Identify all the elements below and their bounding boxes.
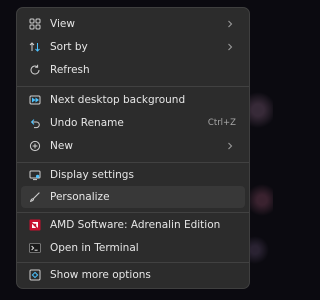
chevron-right-icon — [228, 142, 233, 150]
menu-item-sort-by[interactable]: Sort by — [21, 36, 245, 58]
menu-separator — [17, 262, 249, 263]
menu-item-next-desktop-background[interactable]: Next desktop background — [21, 89, 245, 111]
menu-item-label: Open in Terminal — [50, 242, 139, 254]
menu-item-display-settings[interactable]: Display settings — [21, 164, 245, 186]
menu-item-new[interactable]: New — [21, 135, 245, 157]
menu-item-label: Display settings — [50, 169, 134, 181]
display-icon — [29, 169, 41, 181]
menu-item-label: New — [50, 140, 73, 152]
menu-item-label: Personalize — [50, 191, 110, 203]
menu-item-label: Sort by — [50, 41, 88, 53]
menu-item-label: Undo Rename — [50, 117, 124, 129]
view-grid-icon — [29, 18, 41, 30]
menu-item-label: Show more options — [50, 269, 151, 281]
menu-item-show-more-options[interactable]: Show more options — [21, 264, 245, 286]
menu-separator — [17, 86, 249, 87]
menu-separator — [17, 162, 249, 163]
menu-item-label: View — [50, 18, 75, 30]
more-options-icon — [29, 269, 41, 281]
menu-separator — [17, 212, 249, 213]
menu-item-label: Next desktop background — [50, 94, 186, 106]
menu-item-view[interactable]: View — [21, 13, 245, 35]
next-background-icon — [29, 94, 41, 106]
desktop-background: View Sort by Refresh Next desktop backgr… — [0, 0, 273, 300]
menu-item-amd-software[interactable]: AMD Software: Adrenalin Edition — [21, 214, 245, 236]
keyboard-shortcut: Ctrl+Z — [207, 118, 236, 128]
undo-icon — [29, 117, 41, 129]
new-icon — [29, 140, 41, 152]
menu-item-label: Refresh — [50, 64, 90, 76]
desktop-context-menu: View Sort by Refresh Next desktop backgr… — [16, 7, 250, 289]
menu-item-personalize[interactable]: Personalize — [21, 186, 245, 208]
menu-item-refresh[interactable]: Refresh — [21, 59, 245, 81]
menu-item-open-in-terminal[interactable]: Open in Terminal — [21, 237, 245, 259]
amd-logo-icon — [29, 219, 41, 231]
refresh-icon — [29, 64, 41, 76]
menu-item-label: AMD Software: Adrenalin Edition — [50, 219, 221, 231]
chevron-right-icon — [228, 20, 233, 28]
personalize-brush-icon — [29, 191, 41, 203]
sort-icon — [29, 41, 41, 53]
chevron-right-icon — [228, 43, 233, 51]
menu-item-undo-rename[interactable]: Undo Rename Ctrl+Z — [21, 112, 245, 134]
terminal-icon — [29, 242, 41, 254]
